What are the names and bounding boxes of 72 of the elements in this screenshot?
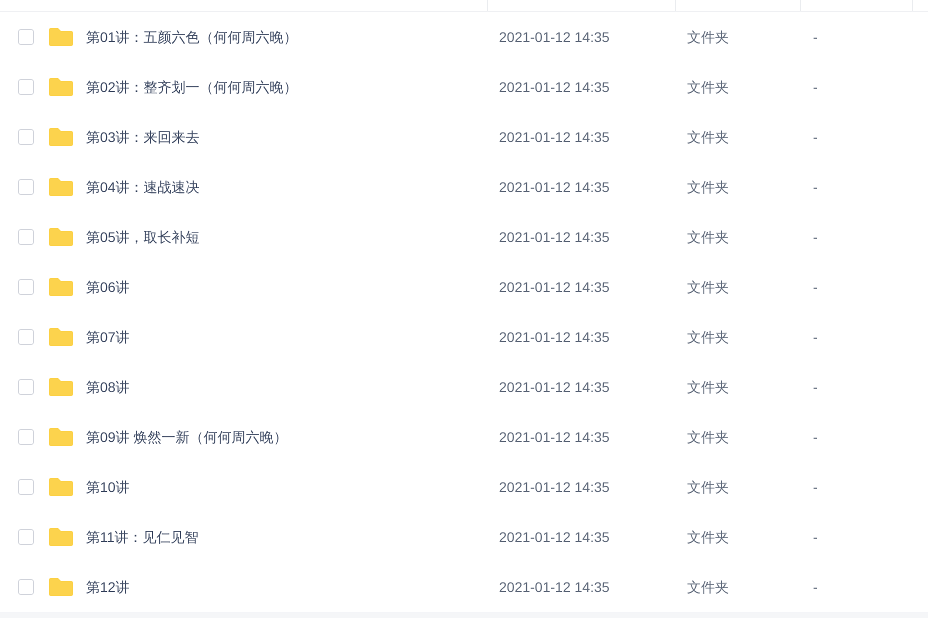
- file-type: 文件夹: [687, 378, 729, 394]
- modified-date: 2021-01-12 14:35: [499, 28, 610, 44]
- file-size: -: [813, 578, 818, 594]
- file-type: 文件夹: [687, 178, 729, 194]
- folder-icon: [48, 477, 74, 497]
- checkbox[interactable]: [18, 129, 34, 145]
- file-size: -: [813, 528, 818, 544]
- folder-icon: [48, 77, 74, 97]
- file-name[interactable]: 第02讲：整齐划一（何何周六晚）: [86, 76, 298, 98]
- modified-date: 2021-01-12 14:35: [499, 178, 610, 194]
- modified-date: 2021-01-12 14:35: [499, 78, 610, 94]
- file-size: -: [813, 478, 818, 494]
- file-name[interactable]: 第08讲: [86, 376, 130, 398]
- file-name[interactable]: 第03讲：来回来去: [86, 126, 200, 148]
- file-type: 文件夹: [687, 78, 729, 94]
- file-name[interactable]: 第10讲: [86, 476, 130, 498]
- checkbox[interactable]: [18, 329, 34, 345]
- file-type: 文件夹: [687, 228, 729, 244]
- file-type: 文件夹: [687, 128, 729, 144]
- file-name[interactable]: 第12讲: [86, 576, 130, 598]
- file-name[interactable]: 第06讲: [86, 276, 130, 298]
- file-type: 文件夹: [687, 528, 729, 544]
- checkbox[interactable]: [18, 179, 34, 195]
- folder-icon: [48, 227, 74, 247]
- folder-icon: [48, 277, 74, 297]
- file-type: 文件夹: [687, 28, 729, 44]
- file-size: -: [813, 78, 818, 94]
- folder-icon: [48, 27, 74, 47]
- checkbox[interactable]: [18, 379, 34, 395]
- checkbox[interactable]: [18, 229, 34, 245]
- folder-icon: [48, 527, 74, 547]
- file-type: 文件夹: [687, 578, 729, 594]
- file-name[interactable]: 第05讲，取长补短: [86, 226, 200, 248]
- modified-date: 2021-01-12 14:35: [499, 478, 610, 494]
- checkbox[interactable]: [18, 29, 34, 45]
- file-type: 文件夹: [687, 278, 729, 294]
- modified-date: 2021-01-12 14:35: [499, 128, 610, 144]
- file-size: -: [813, 128, 818, 144]
- folder-icon: [48, 577, 74, 597]
- modified-date: 2021-01-12 14:35: [499, 528, 610, 544]
- file-size: -: [813, 228, 818, 244]
- folder-icon: [48, 327, 74, 347]
- modified-date: 2021-01-12 14:35: [499, 228, 610, 244]
- file-name[interactable]: 第01讲：五颜六色（何何周六晚）: [86, 26, 298, 48]
- checkbox[interactable]: [18, 429, 34, 445]
- checkbox[interactable]: [18, 579, 34, 595]
- checkbox[interactable]: [18, 529, 34, 545]
- modified-date: 2021-01-12 14:35: [499, 428, 610, 444]
- folder-icon: [48, 127, 74, 147]
- file-size: -: [813, 28, 818, 44]
- modified-date: 2021-01-12 14:35: [499, 378, 610, 394]
- folder-icon: [48, 377, 74, 397]
- file-name[interactable]: 第11讲：见仁见智: [86, 526, 199, 548]
- file-type: 文件夹: [687, 478, 729, 494]
- checkbox[interactable]: [18, 279, 34, 295]
- folder-icon: [48, 177, 74, 197]
- folder-icon: [48, 427, 74, 447]
- file-name[interactable]: 第09讲 焕然一新（何何周六晚）: [86, 426, 288, 448]
- file-name[interactable]: 第07讲: [86, 326, 130, 348]
- file-name[interactable]: 第04讲：速战速决: [86, 176, 200, 198]
- checkbox[interactable]: [18, 479, 34, 495]
- modified-date: 2021-01-12 14:35: [499, 578, 610, 594]
- file-size: -: [813, 428, 818, 444]
- modified-date: 2021-01-12 14:35: [499, 328, 610, 344]
- file-size: -: [813, 278, 818, 294]
- modified-date: 2021-01-12 14:35: [499, 278, 610, 294]
- file-size: -: [813, 328, 818, 344]
- file-type: 文件夹: [687, 328, 729, 344]
- file-size: -: [813, 178, 818, 194]
- file-type: 文件夹: [687, 428, 729, 444]
- checkbox[interactable]: [18, 79, 34, 95]
- file-size: -: [813, 378, 818, 394]
